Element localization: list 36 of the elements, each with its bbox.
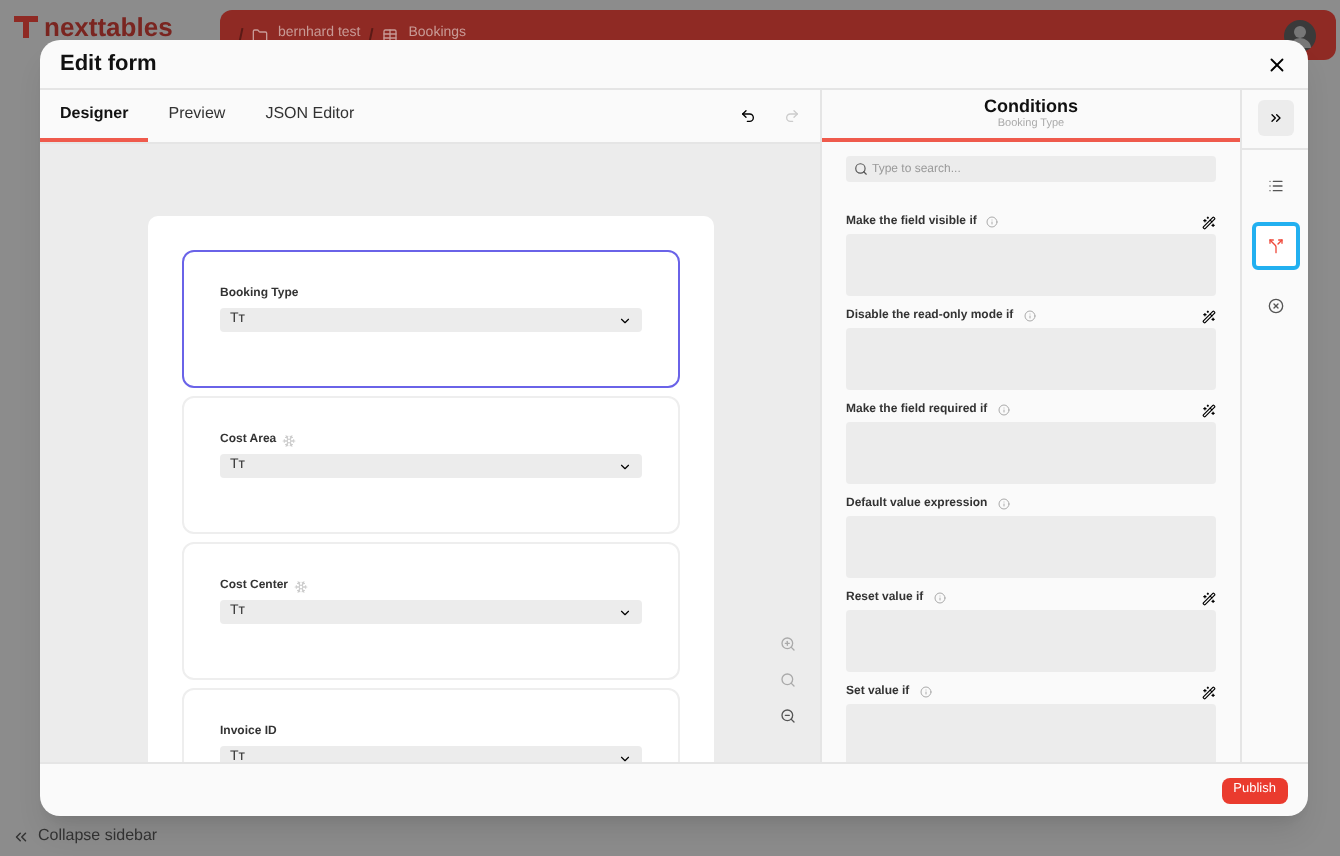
chevron-icon [618,459,632,473]
tab[interactable]: JSON Editor [245,90,375,142]
wand-button[interactable] [1202,591,1216,606]
undo-button[interactable] [740,108,756,124]
search-icon [854,162,868,177]
info-icon [986,216,999,229]
branch-icon [1267,238,1283,254]
wand-button[interactable] [1202,403,1216,418]
chevron-icon [618,751,632,762]
zoom-reset-button[interactable] [780,672,796,688]
clear-icon [1267,298,1283,314]
info-icon [997,404,1010,417]
info-icon [997,498,1010,511]
list-icon [1267,178,1283,194]
branch-tab[interactable] [1251,222,1299,270]
collapse-icon [12,827,30,845]
chevron-icon [618,313,632,327]
logo-icon [12,12,40,40]
zoom-out-button[interactable] [780,708,796,724]
info-icon [1023,310,1036,323]
expand-button[interactable] [1257,100,1293,136]
panel-title: Conditions [984,97,1078,116]
wand-button[interactable] [1202,685,1216,700]
info-icon [919,686,932,699]
app-logo: nexttables [44,13,173,39]
wand-button[interactable] [1202,215,1216,230]
wand-button[interactable] [1202,309,1216,324]
collapse-sidebar-button[interactable]: Collapse sidebar [12,824,208,848]
dialog-title: Edit form [60,49,157,80]
close-button[interactable] [1266,53,1288,75]
zoom-in-button[interactable] [780,636,796,652]
table-icon [382,27,399,43]
tab[interactable]: Preview [148,90,246,142]
chevrons-right-icon [1267,110,1283,126]
info-icon [933,592,946,605]
chevron-icon [618,605,632,619]
